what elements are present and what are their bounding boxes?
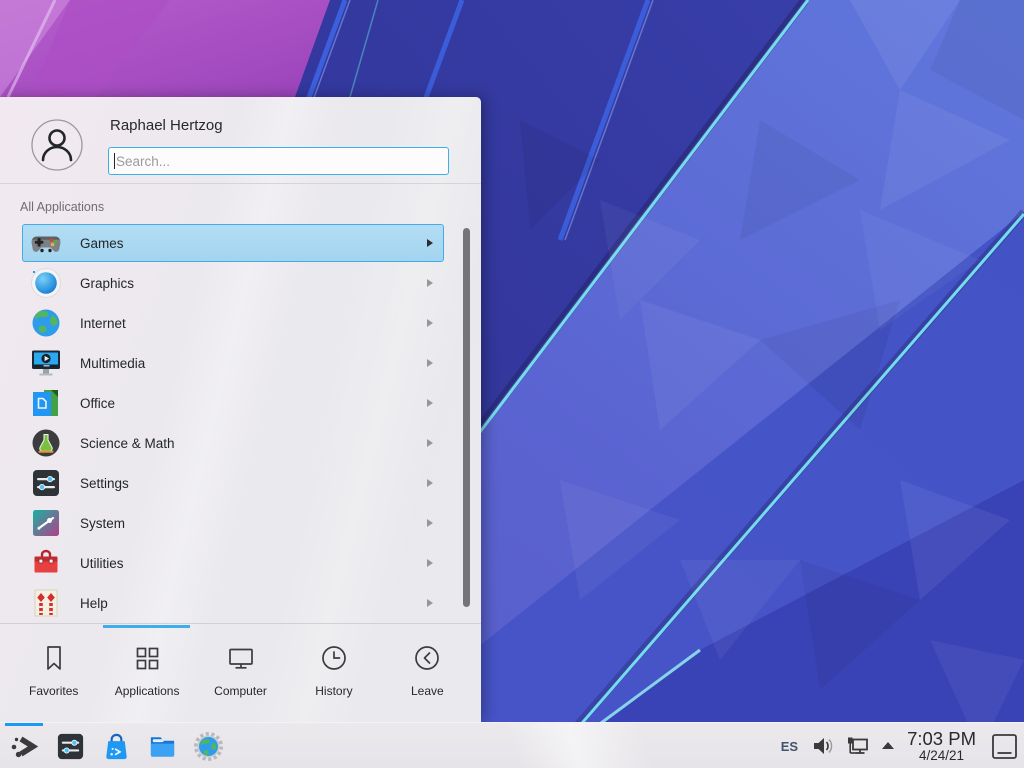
- text-cursor: [114, 153, 115, 169]
- clock-time: 7:03 PM: [907, 729, 976, 748]
- submenu-arrow-icon: [427, 279, 433, 287]
- category-row-multimedia[interactable]: Multimedia: [22, 344, 444, 382]
- submenu-arrow-icon: [427, 319, 433, 327]
- category-label: Graphics: [80, 276, 134, 291]
- active-tab-indicator: [103, 625, 190, 628]
- search-input[interactable]: [108, 147, 449, 175]
- footer-divider: [0, 623, 481, 624]
- category-row-games[interactable]: Games: [22, 224, 444, 262]
- category-row-settings[interactable]: Settings: [22, 464, 444, 502]
- sliders-icon: [30, 467, 62, 499]
- flask-icon: [30, 427, 62, 459]
- category-row-graphics[interactable]: Graphics: [22, 264, 444, 302]
- user-name: Raphael Hertzog: [110, 117, 223, 134]
- system-sliders-icon: [30, 507, 62, 539]
- submenu-arrow-icon: [427, 399, 433, 407]
- taskbar-launchers: [1, 723, 231, 768]
- submenu-arrow-icon: [427, 239, 433, 247]
- shopping-bag-icon: [101, 731, 132, 762]
- settings-sliders-icon: [55, 731, 86, 762]
- network-icon[interactable]: [845, 733, 871, 759]
- active-app-indicator: [5, 723, 43, 726]
- category-list: Games Graphics: [0, 222, 481, 623]
- category-label: Utilities: [80, 556, 124, 571]
- category-label: Office: [80, 396, 115, 411]
- application-launcher-menu: Raphael Hertzog All Applications: [0, 97, 481, 722]
- application-launcher-button[interactable]: [1, 723, 47, 768]
- category-row-science-math[interactable]: Science & Math: [22, 424, 444, 462]
- blue-folder-icon: [147, 731, 178, 762]
- launcher-tab-bar: Favorites Applications: [7, 633, 474, 713]
- tab-label: Leave: [411, 684, 444, 698]
- category-row-help[interactable]: Help: [22, 584, 444, 622]
- header-divider: [0, 183, 481, 184]
- launcher-header: Raphael Hertzog: [0, 97, 481, 183]
- clock-date: 4/24/21: [907, 749, 976, 763]
- globe-gear-icon: [193, 731, 224, 762]
- sphere-icon: [30, 267, 62, 299]
- file-manager-button[interactable]: [139, 723, 185, 768]
- category-row-system[interactable]: System: [22, 504, 444, 542]
- tab-label: Favorites: [29, 684, 78, 698]
- submenu-arrow-icon: [427, 439, 433, 447]
- computer-icon: [226, 643, 256, 678]
- history-clock-icon: [319, 643, 349, 678]
- show-desktop-button[interactable]: [990, 732, 1019, 761]
- kickoff-icon: [9, 731, 40, 762]
- help-icon: [30, 587, 62, 619]
- category-label: Internet: [80, 316, 126, 331]
- app-grid-icon: [132, 643, 162, 678]
- category-label: System: [80, 516, 125, 531]
- category-label: Settings: [80, 476, 129, 491]
- category-label: Help: [80, 596, 108, 611]
- web-browser-button[interactable]: [185, 723, 231, 768]
- search-field[interactable]: [108, 147, 449, 175]
- tab-history[interactable]: History: [287, 633, 380, 713]
- bookmark-icon: [39, 643, 69, 678]
- submenu-arrow-icon: [427, 359, 433, 367]
- toolbox-icon: [30, 547, 62, 579]
- system-tray: ES 7:03 PM 4/24/21: [781, 723, 1024, 768]
- gamepad-icon: [30, 227, 62, 259]
- category-row-office[interactable]: Office: [22, 384, 444, 422]
- monitor-play-icon: [30, 347, 62, 379]
- section-label: All Applications: [20, 200, 104, 214]
- tab-label: Computer: [214, 684, 267, 698]
- submenu-arrow-icon: [427, 559, 433, 567]
- expand-tray-caret-icon[interactable]: [879, 737, 897, 755]
- tab-favorites[interactable]: Favorites: [7, 633, 100, 713]
- volume-icon[interactable]: [811, 733, 837, 759]
- system-settings-button[interactable]: [47, 723, 93, 768]
- category-row-utilities[interactable]: Utilities: [22, 544, 444, 582]
- tab-label: History: [315, 684, 352, 698]
- discover-software-button[interactable]: [93, 723, 139, 768]
- digital-clock[interactable]: 7:03 PM 4/24/21: [907, 729, 976, 763]
- submenu-arrow-icon: [427, 519, 433, 527]
- category-row-internet[interactable]: Internet: [22, 304, 444, 342]
- tab-leave[interactable]: Leave: [381, 633, 474, 713]
- desktop: Raphael Hertzog All Applications: [0, 0, 1024, 768]
- list-scrollbar[interactable]: [463, 228, 470, 607]
- tab-computer[interactable]: Computer: [194, 633, 287, 713]
- category-label: Multimedia: [80, 356, 145, 371]
- category-label: Games: [80, 236, 124, 251]
- tab-label: Applications: [115, 684, 180, 698]
- submenu-arrow-icon: [427, 479, 433, 487]
- tab-applications[interactable]: Applications: [100, 633, 193, 713]
- globe-icon: [30, 307, 62, 339]
- keyboard-layout-indicator[interactable]: ES: [781, 739, 798, 754]
- user-avatar-icon[interactable]: [31, 119, 83, 171]
- submenu-arrow-icon: [427, 599, 433, 607]
- leave-icon: [412, 643, 442, 678]
- taskbar-panel: ES 7:03 PM 4/24/21: [0, 722, 1024, 768]
- documents-icon: [30, 387, 62, 419]
- category-label: Science & Math: [80, 436, 175, 451]
